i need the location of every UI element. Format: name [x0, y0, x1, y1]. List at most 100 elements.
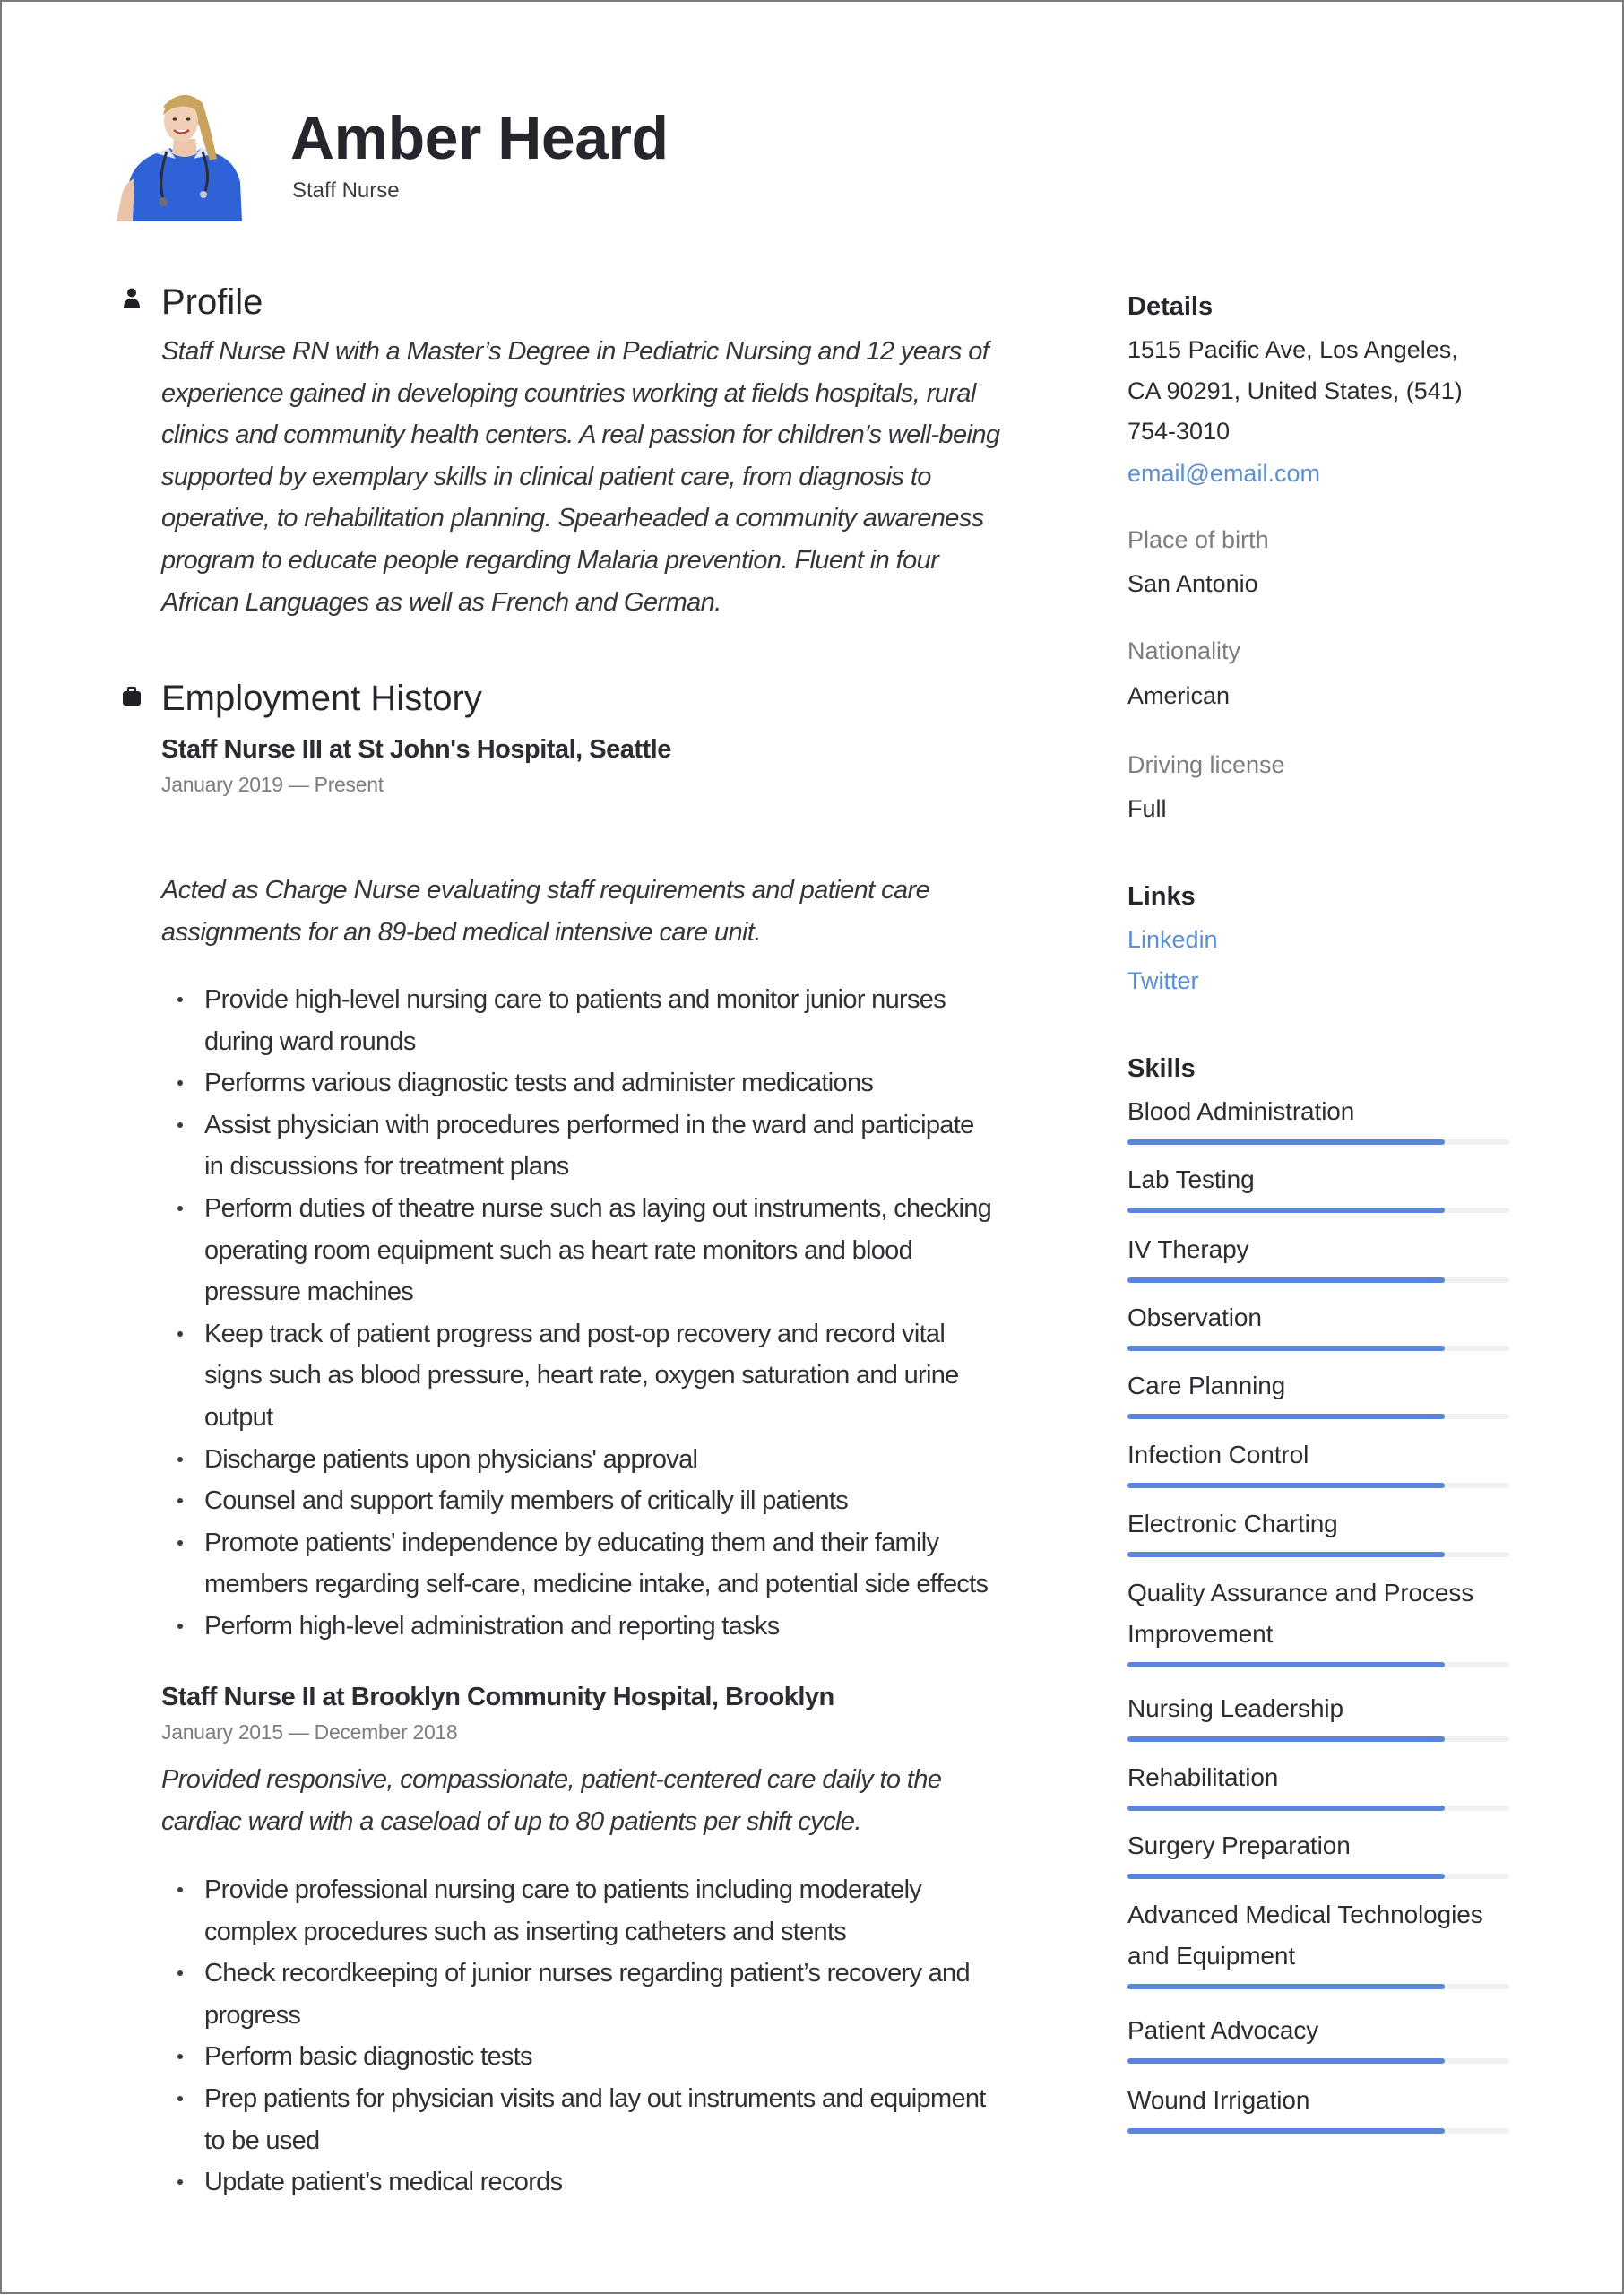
skill-level-fill [1127, 1139, 1445, 1145]
skill-item: Infection Control [1127, 1434, 1509, 1488]
job-entry: Staff Nurse II at Brooklyn Community Hos… [161, 1679, 1067, 1745]
profile-line: experience gained in developing countrie… [161, 378, 976, 408]
job-bullet-line: output [204, 1402, 273, 1432]
job-bullet-line: Perform duties of theatre nurse such as … [204, 1193, 992, 1223]
skill-item: Wound Irrigation [1127, 2080, 1509, 2134]
profile-summary: Staff Nurse RN with a Master’s Degree in… [161, 331, 1067, 623]
job-bullet-item: Update patient’s medical records [161, 2161, 1067, 2204]
job-bullet-line: Prep patients for physician visits and l… [204, 2083, 986, 2113]
job-bullet-item: Perform duties of theatre nurse such as … [161, 1188, 1067, 1313]
candidate-job-title: Staff Nurse [292, 178, 400, 203]
skill-name: Lab Testing [1127, 1165, 1255, 1193]
job-description-line: assignments for an 89-bed medical intens… [161, 917, 761, 947]
skill-level-bar [1127, 1208, 1509, 1213]
email-link[interactable]: email@email.com [1127, 455, 1320, 491]
skill-level-fill [1127, 1552, 1445, 1557]
job-description: Acted as Charge Nurse evaluating staff r… [161, 870, 1067, 953]
job-description-line: Provided responsive, compassionate, pati… [161, 1765, 942, 1794]
skill-name: Rehabilitation [1127, 1763, 1279, 1791]
skill-item: Surgery Preparation [1127, 1825, 1509, 1879]
skill-item: Blood Administration [1127, 1091, 1509, 1145]
profile-line: clinics and community health centers. A … [161, 420, 1000, 450]
skill-item: Electronic Charting [1127, 1503, 1509, 1557]
profile-photo [117, 89, 253, 221]
skill-level-fill [1127, 1346, 1445, 1351]
bullet-dot-icon [177, 1887, 183, 1892]
driving-license-value: Full [1127, 795, 1167, 822]
linkedin-link[interactable]: Linkedin [1127, 922, 1218, 957]
profile-line: Staff Nurse RN with a Master’s Degree in… [161, 337, 989, 366]
twitter-link[interactable]: Twitter [1127, 963, 1199, 999]
job-description-line: cardiac ward with a caseload of up to 80… [161, 1806, 862, 1836]
job-bullet-line: Update patient’s medical records [204, 2168, 563, 2197]
skill-level-bar [1127, 1552, 1509, 1557]
driving-license-label: Driving license [1127, 751, 1285, 778]
nurse-portrait-image [117, 94, 242, 221]
bullet-dot-icon [177, 1970, 183, 1977]
skill-level-bar [1127, 1139, 1509, 1145]
job-bullet-line: Assist physician with procedures perform… [204, 1110, 974, 1139]
bullet-dot-icon [177, 2095, 183, 2101]
skill-name: Observation [1127, 1303, 1262, 1331]
job-bullet-line: to be used [204, 2126, 320, 2155]
job-bullet-item: Keep track of patient progress and post-… [161, 1313, 1067, 1439]
skill-level-fill [1127, 1984, 1445, 1989]
skill-level-bar [1127, 1346, 1509, 1351]
skill-level-fill [1127, 1874, 1445, 1879]
skill-level-fill [1127, 2128, 1445, 2134]
skill-level-bar [1127, 1414, 1509, 1419]
job-bullet-line: pressure machines [204, 1277, 414, 1307]
skill-name: Advanced Medical Technologies and Equipm… [1127, 1901, 1483, 1970]
job-bullet-line: in discussions for treatment plans [204, 1152, 569, 1182]
job-description-line: Acted as Charge Nurse evaluating staff r… [161, 876, 930, 905]
skill-item: Observation [1127, 1297, 1509, 1351]
skill-level-bar [1127, 1277, 1509, 1283]
job-bullet-item: Assist physician with procedures perform… [161, 1104, 1067, 1188]
profile-line: program to educate people regarding Mala… [161, 545, 939, 575]
skill-name: Patient Advocacy [1127, 2016, 1319, 2044]
job-bullet-line: during ward rounds [204, 1026, 416, 1056]
job-bullet-line: progress [204, 2000, 301, 2030]
job-bullet-line: operating room equipment such as heart r… [204, 1235, 913, 1265]
bullet-dot-icon [177, 997, 183, 1002]
skill-name: Wound Irrigation [1127, 2086, 1310, 2114]
job-bullet-line: Provide professional nursing care to pat… [204, 1875, 922, 1904]
bullet-dot-icon [177, 1498, 183, 1504]
skill-name: Infection Control [1127, 1441, 1309, 1468]
job-bullet-line: Keep track of patient progress and post-… [204, 1319, 946, 1348]
person-icon [120, 287, 143, 310]
job-description: Provided responsive, compassionate, pati… [161, 1759, 1067, 1842]
address-line: CA 90291, United States, (541) [1127, 377, 1463, 404]
job-title: Staff Nurse II at Brooklyn Community Hos… [161, 1683, 834, 1711]
skill-name: IV Therapy [1127, 1235, 1249, 1263]
skill-level-fill [1127, 1277, 1445, 1283]
skill-level-bar [1127, 1806, 1509, 1811]
job-bullet-item: Perform basic diagnostic tests [161, 2036, 1067, 2078]
job-bullet-line: signs such as blood pressure, heart rate… [204, 1361, 959, 1390]
job-bullet-line: Perform basic diagnostic tests [204, 2042, 533, 2072]
job-bullet-line: Provide high-level nursing care to patie… [204, 985, 946, 1014]
job-bullet-item: Counsel and support family members of cr… [161, 1480, 1067, 1522]
links-heading: Links [1127, 882, 1196, 911]
employment-heading: Employment History [161, 679, 482, 718]
skill-item: Rehabilitation [1127, 1757, 1509, 1811]
skill-level-bar [1127, 1662, 1509, 1667]
skill-level-fill [1127, 2058, 1445, 2064]
skill-level-fill [1127, 1414, 1445, 1419]
skill-item: Patient Advocacy [1127, 2010, 1509, 2064]
candidate-name: Amber Heard [290, 104, 669, 172]
profile-heading: Profile [161, 282, 263, 322]
skill-level-fill [1127, 1806, 1445, 1811]
job-bullet-item: Check recordkeeping of junior nurses reg… [161, 1953, 1067, 2036]
profile-line: African Languages as well as French and … [161, 587, 721, 617]
job-bullet-item: Prep patients for physician visits and l… [161, 2078, 1067, 2161]
skill-level-bar [1127, 2058, 1509, 2064]
job-bullet-line: Promote patients' independence by educat… [204, 1528, 939, 1557]
skill-item: Care Planning [1127, 1365, 1509, 1419]
skill-level-bar [1127, 1984, 1509, 1989]
bullet-dot-icon [177, 2179, 183, 2186]
bullet-dot-icon [177, 1122, 183, 1128]
nationality-value: American [1127, 682, 1231, 709]
skill-name: Nursing Leadership [1127, 1694, 1344, 1722]
job-dates: January 2015 — December 2018 [161, 1720, 458, 1744]
